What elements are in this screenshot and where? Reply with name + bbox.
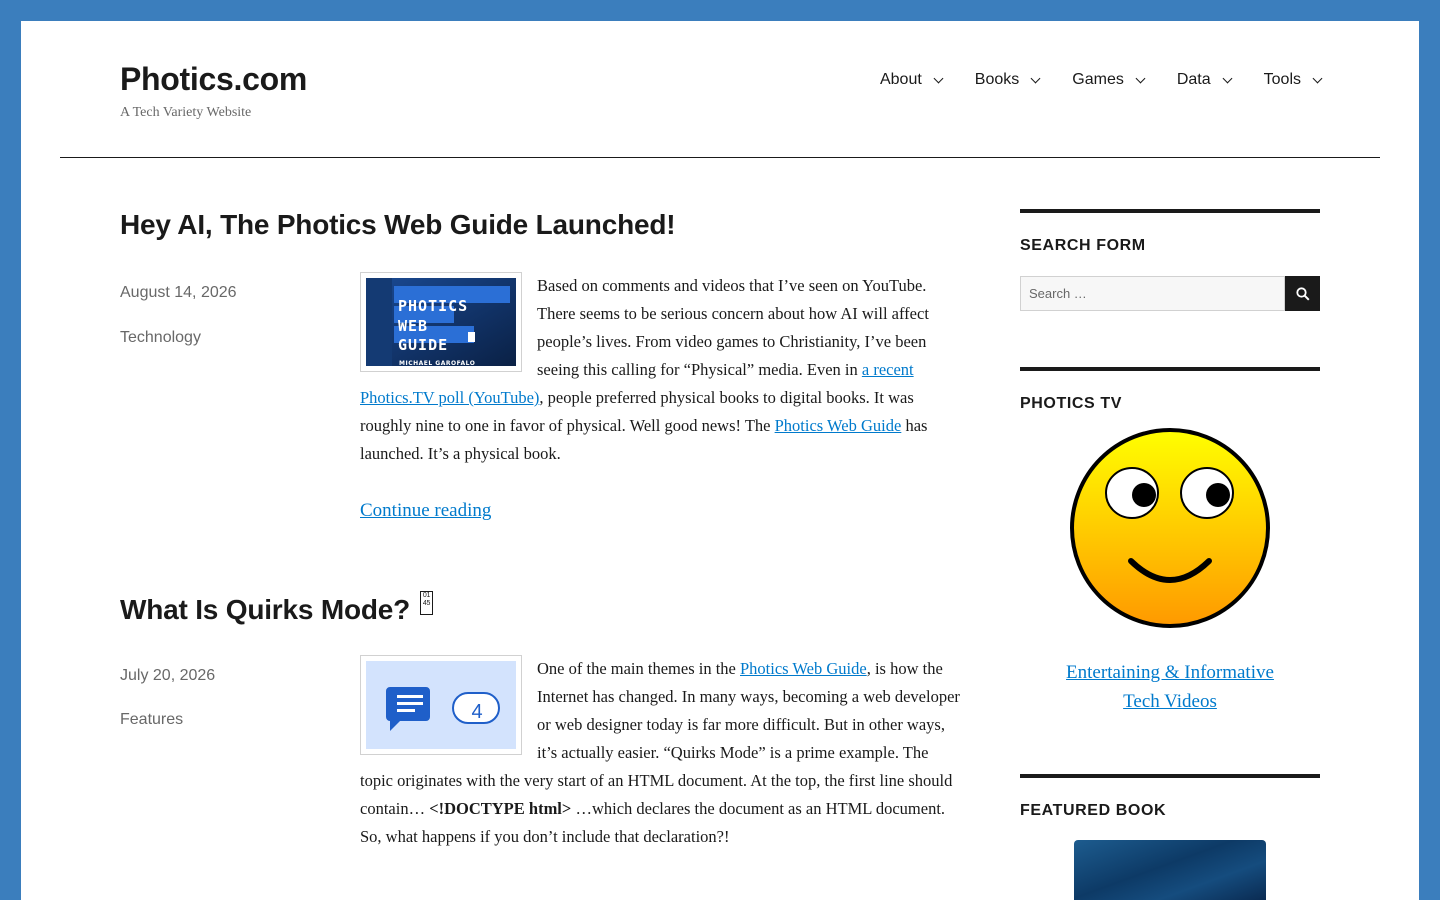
tv-link-block: Entertaining & Informative Tech Videos bbox=[1020, 658, 1320, 716]
widget-divider bbox=[1020, 209, 1320, 213]
post-text: One of the main themes in the bbox=[537, 659, 740, 678]
tv-link[interactable]: Tech Videos bbox=[1020, 687, 1320, 716]
post-thumbnail[interactable] bbox=[360, 655, 522, 755]
chevron-down-icon[interactable] bbox=[1135, 73, 1146, 83]
widget-title: FEATURED BOOK bbox=[1020, 802, 1167, 819]
nav-item-label: Books bbox=[974, 71, 1020, 88]
cover-author: MICHAEL GAROFALO bbox=[399, 360, 476, 367]
cover-line: PHOTICS bbox=[398, 297, 469, 315]
doctype-code: <!DOCTYPE html> bbox=[429, 799, 572, 818]
post-category[interactable]: Technology bbox=[120, 329, 201, 347]
web-guide-link[interactable]: Photics Web Guide bbox=[775, 416, 902, 435]
widget-title: PHOTICS TV bbox=[1020, 395, 1123, 412]
chevron-down-icon[interactable] bbox=[933, 73, 944, 83]
widget-title: SEARCH FORM bbox=[1020, 237, 1146, 254]
post-date[interactable]: July 20, 2026 bbox=[120, 667, 215, 685]
search-form bbox=[1020, 276, 1320, 311]
post-title[interactable]: What Is Quirks Mode? 01 45 bbox=[120, 591, 434, 626]
cover-line: WEB bbox=[398, 316, 429, 335]
featured-book-cover[interactable] bbox=[1074, 840, 1266, 900]
continue-reading-link[interactable]: Continue reading bbox=[360, 500, 491, 522]
page-frame: Photics.com A Tech Variety Website About… bbox=[21, 21, 1419, 900]
search-button[interactable] bbox=[1285, 276, 1320, 311]
nav-item-about[interactable]: About bbox=[879, 71, 944, 89]
smiley-logo[interactable] bbox=[1020, 427, 1320, 634]
chevron-down-icon[interactable] bbox=[1030, 73, 1041, 83]
nav-item-label: Games bbox=[1072, 71, 1124, 88]
chat-count-badge: 4 bbox=[471, 701, 483, 723]
sidebar-tv-widget: PHOTICS TV Entertaining & Informative Te… bbox=[1020, 367, 1320, 716]
search-input[interactable] bbox=[1020, 276, 1285, 311]
cover-title-text: PHOTICS WEB GUIDE bbox=[398, 297, 468, 356]
quirks-glyph-icon: 01 45 bbox=[420, 591, 434, 615]
header-divider bbox=[60, 157, 1380, 158]
nav-item-games[interactable]: Games bbox=[1072, 71, 1146, 89]
nav-item-tools[interactable]: Tools bbox=[1263, 71, 1323, 89]
nav-item-label: Data bbox=[1176, 71, 1211, 88]
chevron-down-icon[interactable] bbox=[1222, 73, 1233, 83]
web-guide-link[interactable]: Photics Web Guide bbox=[740, 659, 867, 678]
nav-item-label: Tools bbox=[1263, 71, 1301, 88]
tv-link[interactable]: Entertaining & Informative bbox=[1020, 658, 1320, 687]
site-description: A Tech Variety Website bbox=[120, 105, 252, 120]
smiley-face-icon bbox=[1070, 428, 1270, 628]
post-title[interactable]: Hey AI, The Photics Web Guide Launched! bbox=[120, 209, 676, 241]
nav-item-books[interactable]: Books bbox=[974, 71, 1041, 89]
chat-count-image bbox=[366, 661, 516, 749]
sidebar: SEARCH FORM bbox=[1020, 209, 1320, 311]
sidebar-book-widget: FEATURED BOOK bbox=[1020, 774, 1320, 900]
widget-divider bbox=[1020, 367, 1320, 371]
widget-divider bbox=[1020, 774, 1320, 778]
search-icon bbox=[1295, 286, 1310, 301]
nav-item-data[interactable]: Data bbox=[1176, 71, 1233, 89]
main-nav: About Books Games Data Tools bbox=[847, 71, 1323, 89]
chevron-down-icon[interactable] bbox=[1312, 73, 1323, 83]
site-title[interactable]: Photics.com bbox=[120, 61, 307, 98]
nav-item-label: About bbox=[879, 71, 922, 88]
post-title-text: What Is Quirks Mode? bbox=[120, 594, 411, 625]
post-category[interactable]: Features bbox=[120, 711, 183, 729]
post-excerpt: One of the main themes in the Photics We… bbox=[360, 655, 960, 851]
post-date[interactable]: August 14, 2026 bbox=[120, 284, 237, 302]
cover-line: GUIDE bbox=[398, 336, 449, 354]
